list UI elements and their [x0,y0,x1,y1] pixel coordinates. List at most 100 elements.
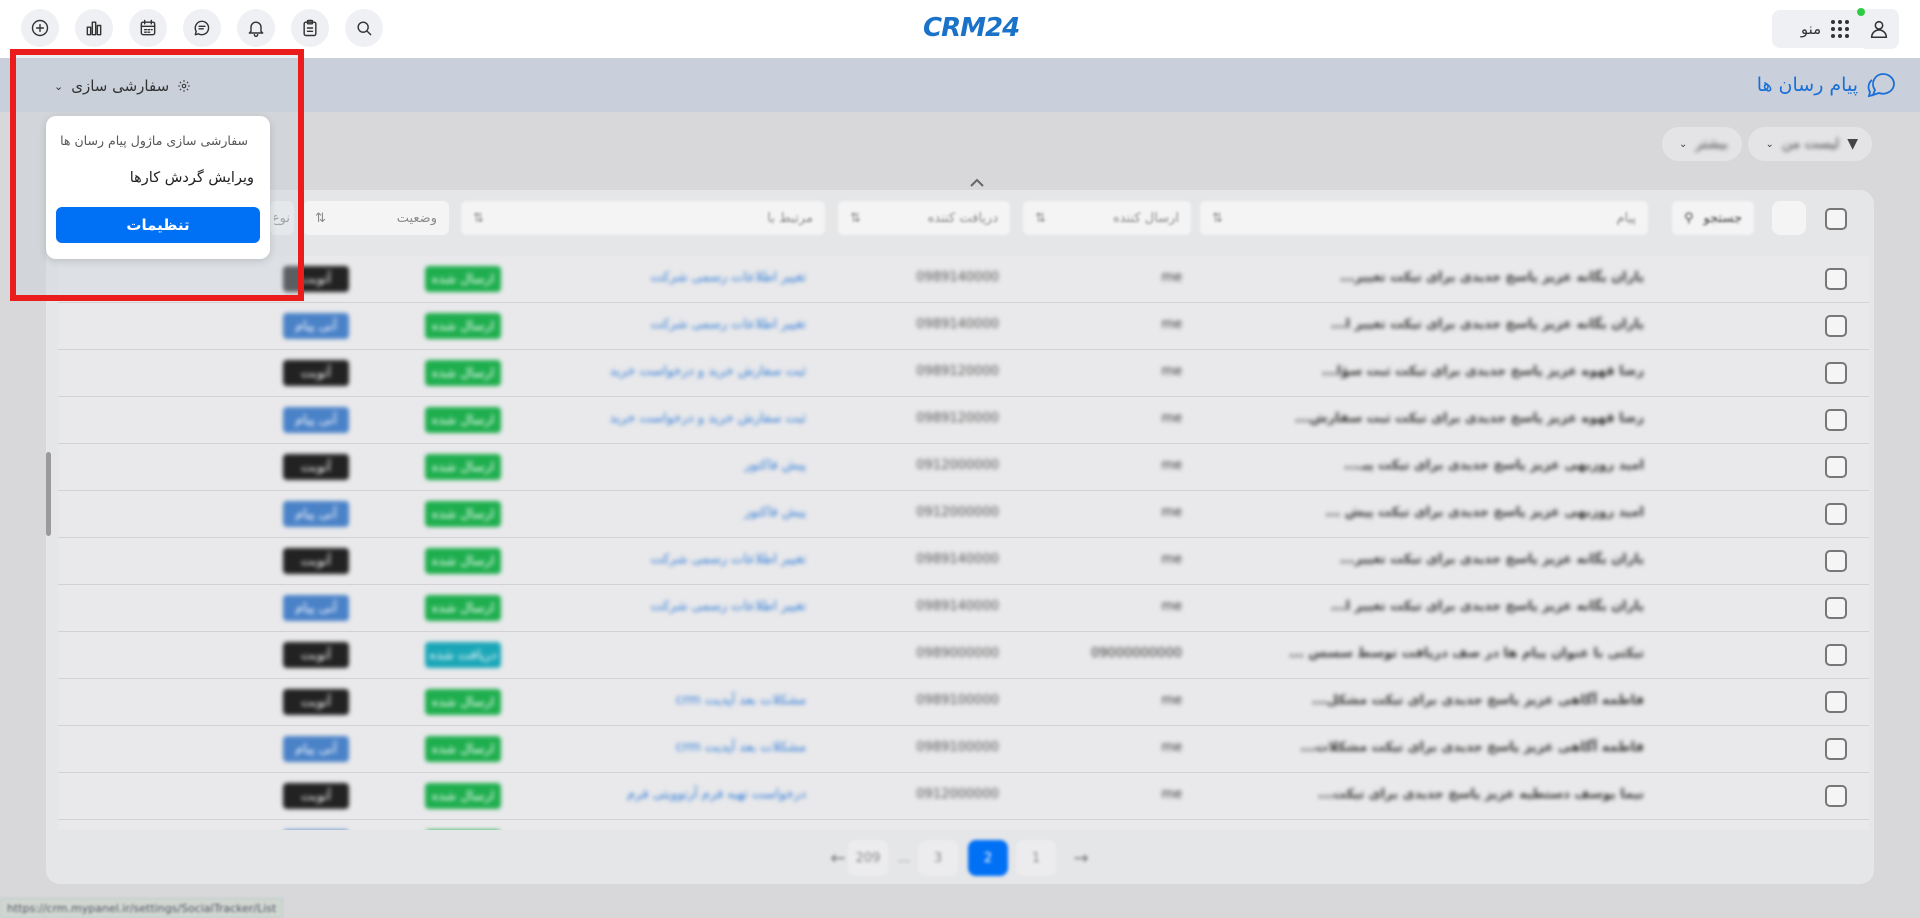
row-checkbox[interactable] [1825,785,1847,807]
chart-icon[interactable] [75,9,113,47]
row-checkbox[interactable] [1825,268,1847,290]
calendar-icon[interactable] [129,9,167,47]
row-checkbox[interactable] [1825,503,1847,525]
type-badge: آتوبت [283,783,349,809]
receiver-cell: 0912000000 [916,787,999,802]
page-2-active[interactable]: 2 [968,840,1008,876]
type-badge: آتوبت [283,548,349,574]
table-row[interactable]: امید روزبهی عزیز پاسخ جدیدی برای تیکت پی… [58,491,1869,538]
related-link[interactable]: ثبت سفارش خرید و درخواست خرید [610,364,806,379]
status-badge: ارسال شده [425,595,501,621]
bell-icon[interactable] [237,9,275,47]
dropdown-title: سفارشی سازی ماژول پیام رسان ها [60,133,248,148]
type-badge: آنی پیام [283,595,349,621]
user-profile-button[interactable] [1859,9,1899,49]
table-row[interactable]: یاران یگانه عزیز پاسخ جدیدی برای تیکت تغ… [58,256,1869,303]
related-link[interactable]: ثبت سفارش خرید و درخواست خرید [610,411,806,426]
column-header-related[interactable]: مرتبط با ⇅ [461,201,825,235]
vertical-scrollbar[interactable] [46,452,51,536]
search-icon[interactable] [345,9,383,47]
table-row[interactable]: رضا قهوه عزیز پاسخ جدیدی برای تیکت ثبت س… [58,350,1869,397]
column-header-message[interactable]: پیام ⇅ [1200,201,1648,235]
row-checkbox[interactable] [1825,738,1847,760]
message-cell[interactable]: یاران یگانه عزیز پاسخ جدیدی برای تیکت تغ… [1331,599,1644,614]
page-title: پیام رسان ها [1756,74,1858,96]
sender-cell: me [1161,364,1182,379]
page-1[interactable]: 1 [1016,840,1056,876]
related-link[interactable]: تغییر اطلاعات رسمی شرکت [650,552,806,567]
related-link[interactable]: پیش فاکتور [744,505,806,520]
table-row[interactable]: یاران یگانه عزیز پاسخ جدیدی برای تیکت تغ… [58,538,1869,585]
sender-cell: me [1161,317,1182,332]
message-cell[interactable]: یاران یگانه عزیز پاسخ جدیدی برای تیکت تغ… [1340,270,1644,285]
row-checkbox[interactable] [1825,597,1847,619]
related-link[interactable]: مشکلات بعد آپدیت crm [676,693,806,708]
message-cell[interactable]: یاران یگانه عزیز پاسخ جدیدی برای تیکت تغ… [1340,552,1644,567]
row-checkbox[interactable] [1825,691,1847,713]
message-cell[interactable]: نیما یوسف دستطیه عزیز پاسخ جدیدی برای تی… [1318,787,1644,802]
row-checkbox[interactable] [1825,456,1847,478]
table-row[interactable]: امید روزبهی عزیز پاسخ جدیدی برای تیکت پی… [58,444,1869,491]
type-badge: آتوبت [283,642,349,668]
customize-label: سفارشی سازی [71,77,170,95]
table-settings-icon[interactable] [1772,201,1806,235]
receiver-cell: 0989140000 [916,599,999,614]
related-link[interactable]: مشکلات بعد آپدیت crm [676,740,806,755]
messages-table-body: یاران یگانه عزیز پاسخ جدیدی برای تیکت تغ… [58,256,1869,830]
table-row[interactable]: فاطمه آگاهی عزیز پاسخ جدیدی برای تیکت مش… [58,726,1869,773]
user-icon [1870,20,1888,39]
column-header-sender[interactable]: ارسال کننده ⇅ [1023,201,1191,235]
customize-button[interactable]: ⌄ سفارشی سازی [54,75,191,97]
type-badge: آنی پیام [283,407,349,433]
message-cell[interactable]: فاطمه آگاهی عزیز پاسخ جدیدی برای تیکت مش… [1301,740,1644,755]
sender-cell: me [1161,740,1182,755]
chat-icon[interactable] [183,9,221,47]
table-row[interactable]: یاران یگانه عزیز پاسخ جدیدی برای تیکت تغ… [58,585,1869,632]
related-link[interactable]: درخواست تهیه فرم آرتوویتی فرم [627,787,806,802]
row-checkbox[interactable] [1825,550,1847,572]
message-cell[interactable]: فاطمه آگاهی عزیز پاسخ جدیدی برای تیکت مش… [1312,693,1644,708]
message-cell[interactable]: امید روزبهی عزیز پاسخ جدیدی برای تیکت پی… [1344,458,1644,473]
page-3[interactable]: 3 [918,840,958,876]
row-checkbox[interactable] [1825,362,1847,384]
next-page-arrow-icon[interactable]: → [1066,840,1096,876]
related-link[interactable]: پیش فاکتور [744,458,806,473]
table-row[interactable]: یاران یگانه عزیز پاسخ جدیدی برای تیکت تغ… [58,303,1869,350]
more-filter[interactable]: بیشتر ⌄ [1662,127,1742,161]
status-badge: ارسال شده [425,454,501,480]
row-checkbox[interactable] [1825,409,1847,431]
row-checkbox[interactable] [1825,315,1847,337]
edit-workflows-item[interactable]: ویرایش گردش کارها [130,170,254,186]
table-row[interactable]: رضا قهوه عزیز پاسخ جدیدی برای تیکت ثبت س… [58,397,1869,444]
more-label: بیشتر [1695,136,1728,152]
settings-button[interactable]: تنظیمات [56,207,260,243]
related-link[interactable]: تغییر اطلاعات رسمی شرکت [650,317,806,332]
receiver-cell: 0989100000 [916,693,999,708]
my-list-filter[interactable]: ▼ لیست من ⌄ [1748,127,1872,161]
clipboard-icon[interactable] [291,9,329,47]
collapse-chevron-icon[interactable] [966,172,988,194]
crm24-logo[interactable]: CRM24 [923,11,1020,45]
message-cell[interactable]: یاران یگانه عزیز پاسخ جدیدی برای تیکت تغ… [1331,317,1644,332]
column-header-receiver[interactable]: دریافت کننده ⇅ [838,201,1010,235]
message-cell[interactable]: تیکتی با عنوان پیام ها در صف دریافت توسط… [1289,646,1644,661]
sender-cell: me [1161,787,1182,802]
message-cell[interactable]: رضا قهوه عزیز پاسخ جدیدی برای تیکت ثبت س… [1295,411,1644,426]
select-all-checkbox[interactable] [1825,208,1847,230]
table-row[interactable]: ارسال شدهآنی پیام [58,820,1869,830]
table-row[interactable]: فاطمه آگاهی عزیز پاسخ جدیدی برای تیکت مش… [58,679,1869,726]
column-header-status[interactable]: وضعیت ⇅ [303,201,449,235]
related-link[interactable]: تغییر اطلاعات رسمی شرکت [650,599,806,614]
message-cell[interactable]: رضا قهوه عزیز پاسخ جدیدی برای تیکت ثبت س… [1322,364,1644,379]
page-last[interactable]: 209 [848,840,888,876]
sender-cell: 09000000000 [1091,646,1182,661]
table-search-button[interactable]: جستجو ⚲ [1672,201,1754,235]
table-row[interactable]: نیما یوسف دستطیه عزیز پاسخ جدیدی برای تی… [58,773,1869,820]
row-checkbox[interactable] [1825,644,1847,666]
message-cell[interactable]: امید روزبهی عزیز پاسخ جدیدی برای تیکت پی… [1326,505,1644,520]
table-row[interactable]: تیکتی با عنوان پیام ها در صف دریافت توسط… [58,632,1869,679]
status-badge: ارسال شده [425,783,501,809]
related-link[interactable]: تغییر اطلاعات رسمی شرکت [650,270,806,285]
add-icon[interactable] [21,9,59,47]
receiver-cell: 0989000000 [916,646,999,661]
